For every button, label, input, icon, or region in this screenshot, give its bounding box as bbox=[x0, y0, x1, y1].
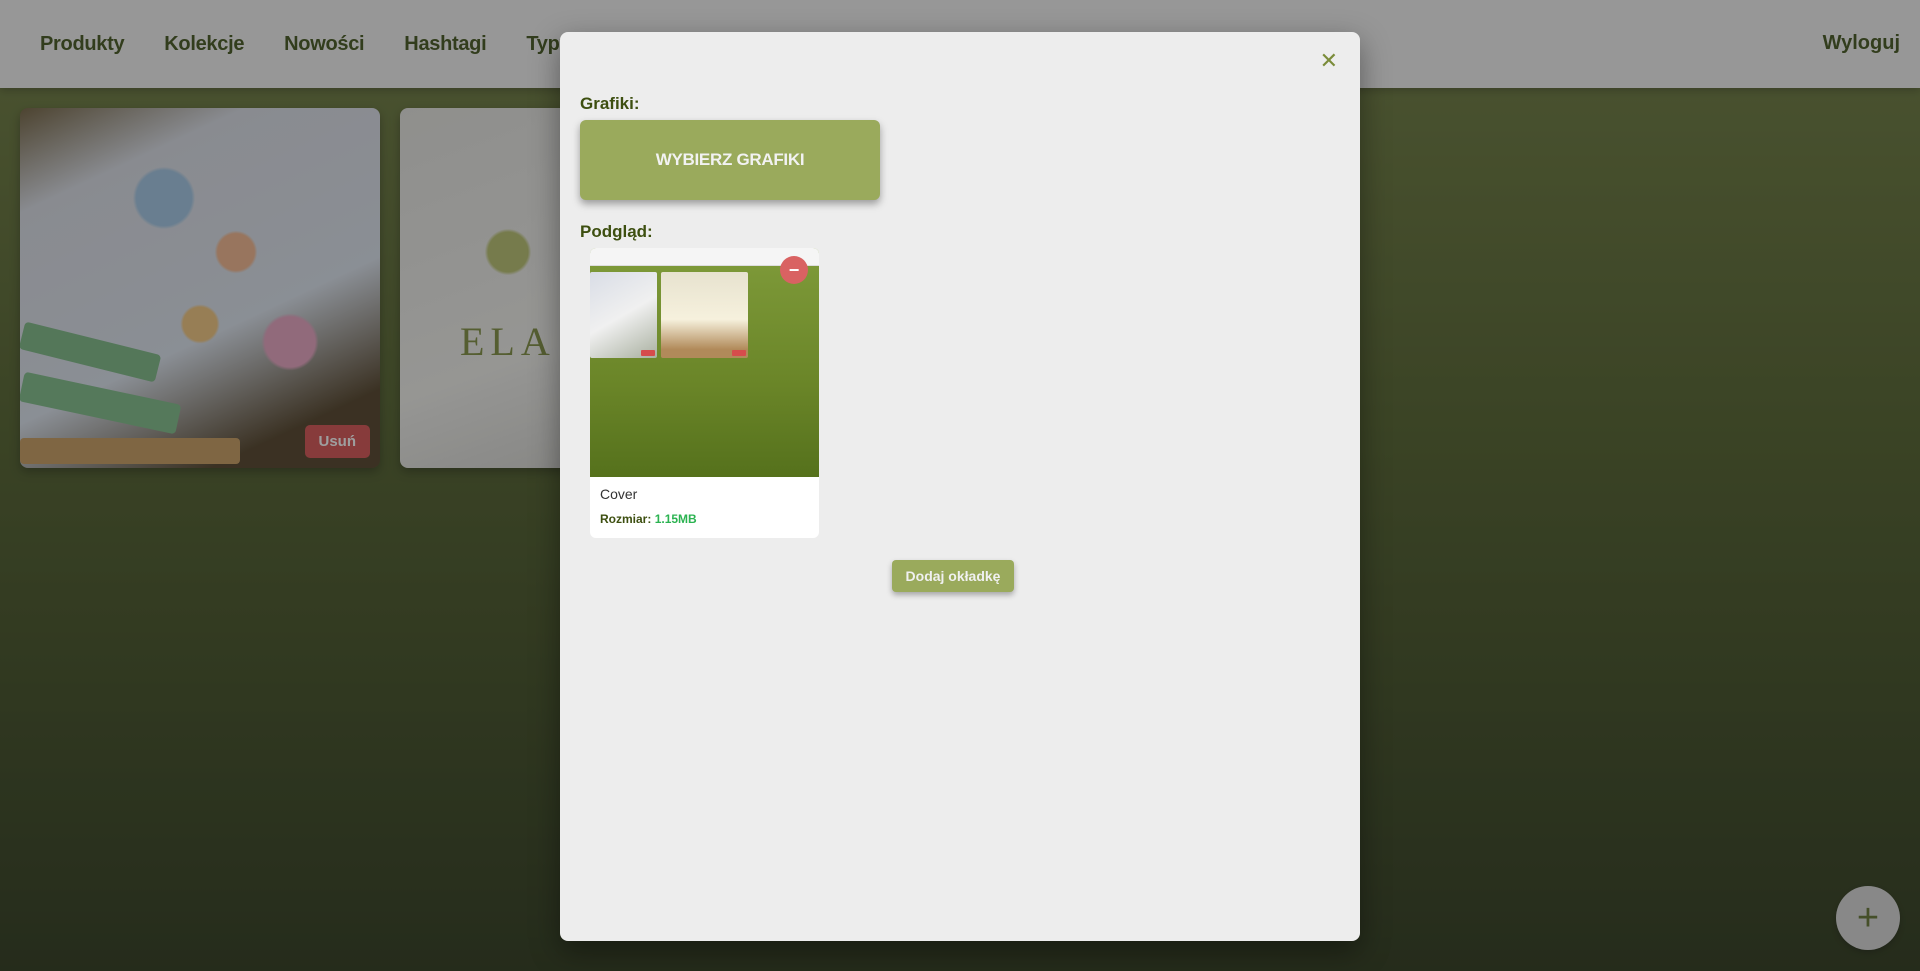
remove-preview-button[interactable]: − bbox=[780, 256, 808, 284]
preview-file-size: Rozmiar: 1.15MB bbox=[600, 512, 697, 526]
preview-card: − Cover Rozmiar: 1.15MB bbox=[590, 248, 819, 538]
size-value: 1.15MB bbox=[654, 512, 697, 526]
add-cover-button[interactable]: Dodaj okładkę bbox=[892, 560, 1014, 592]
preview-label: Podgląd: bbox=[580, 222, 653, 241]
choose-graphics-button[interactable]: WYBIERZ GRAFIKI bbox=[580, 120, 880, 200]
size-label: Rozmiar: bbox=[600, 512, 652, 526]
minus-icon: − bbox=[788, 259, 800, 280]
graphics-label: Grafiki: bbox=[580, 94, 640, 113]
close-icon[interactable]: ✕ bbox=[1320, 48, 1338, 74]
preview-file-name: Cover bbox=[600, 486, 638, 502]
preview-image bbox=[590, 248, 819, 477]
preview-thumbnail bbox=[661, 272, 748, 358]
preview-thumbnail bbox=[590, 272, 657, 358]
add-cover-modal: ✕ Grafiki: WYBIERZ GRAFIKI Podgląd: − Co… bbox=[560, 32, 1360, 941]
